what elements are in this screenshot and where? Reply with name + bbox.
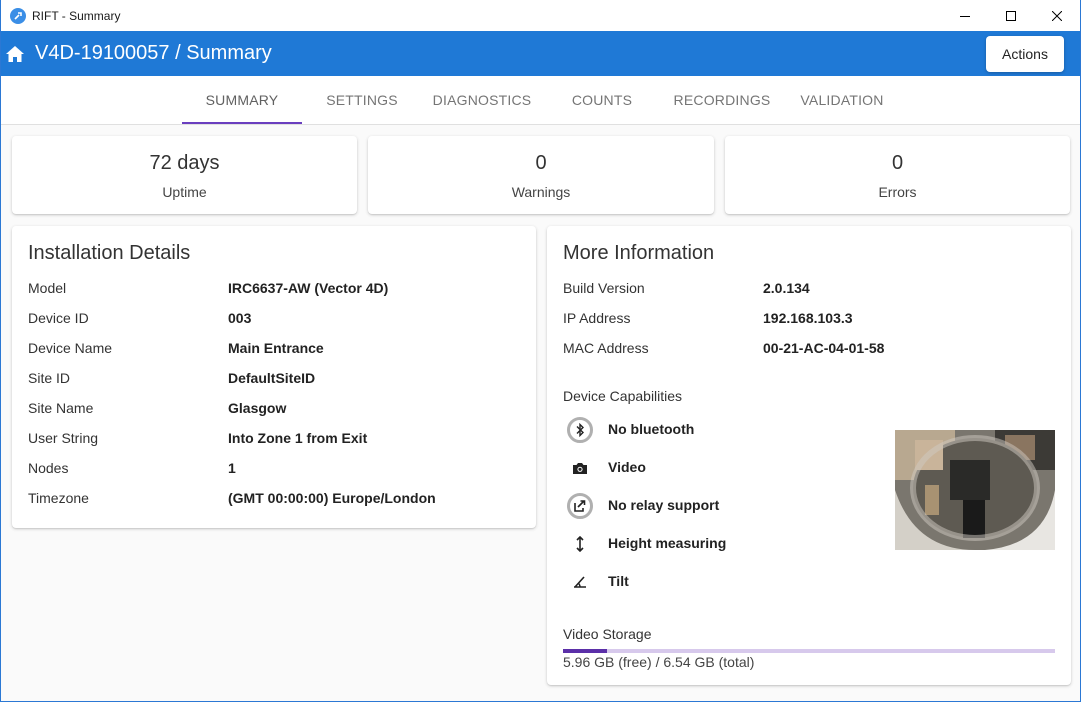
maximize-icon	[1006, 10, 1016, 21]
capability-label: Tilt	[608, 573, 629, 589]
detail-value: 1	[228, 460, 236, 476]
installation-details-title: Installation Details	[28, 242, 191, 264]
video-storage-progress-fill	[563, 649, 608, 653]
uptime-value: 72 days	[149, 152, 220, 174]
window-title: RIFT - Summary	[32, 8, 121, 23]
window-controls	[942, 0, 1080, 31]
app-bar: V4D-19100057 / Summary Actions	[1, 31, 1080, 76]
tab-bar: SUMMARY SETTINGS DIAGNOSTICS COUNTS RECO…	[1, 76, 1080, 125]
tab-validation[interactable]: VALIDATION	[782, 76, 902, 124]
info-key: MAC Address	[563, 340, 649, 356]
app-logo-icon	[10, 7, 26, 24]
title-bar: RIFT - Summary	[1, 0, 1080, 31]
more-information-card: More Information Build Version 2.0.134 I…	[547, 226, 1071, 685]
installation-details-card: Installation Details Model IRC6637-AW (V…	[12, 226, 536, 528]
app-window: RIFT - Summary V4D-19100057 / Summary Ac…	[0, 0, 1081, 702]
capability-bluetooth: No bluetooth	[563, 415, 883, 445]
detail-key: Device Name	[28, 340, 113, 356]
detail-value: DefaultSiteID	[228, 370, 316, 386]
info-value: 00-21-AC-04-01-58	[763, 340, 885, 356]
detail-key: Nodes	[28, 460, 69, 476]
tilt-icon	[567, 569, 593, 595]
detail-key: User String	[28, 430, 99, 446]
video-storage-text: 5.96 GB (free) / 6.54 GB (total)	[563, 654, 755, 670]
detail-key: Site ID	[28, 370, 71, 386]
errors-value: 0	[891, 152, 904, 174]
capability-label: No relay support	[608, 497, 720, 513]
detail-value: 003	[228, 310, 252, 326]
warnings-card: 0 Warnings	[368, 136, 714, 214]
info-key: IP Address	[563, 310, 631, 326]
detail-key: Device ID	[28, 310, 89, 326]
minimize-icon	[960, 15, 970, 17]
detail-key: Timezone	[28, 490, 89, 506]
home-icon[interactable]	[5, 44, 25, 64]
detail-value: Main Entrance	[228, 340, 324, 356]
camera-icon	[567, 455, 593, 481]
close-window-button[interactable]	[1034, 0, 1080, 31]
capability-height: Height measuring	[563, 529, 883, 559]
device-capabilities-label: Device Capabilities	[563, 388, 683, 404]
capability-video: Video	[563, 453, 883, 483]
maximize-button[interactable]	[988, 0, 1034, 31]
height-icon	[567, 531, 593, 557]
warnings-value: 0	[535, 152, 547, 174]
errors-label: Errors	[878, 184, 917, 200]
errors-card: 0 Errors	[725, 136, 1070, 214]
capability-tilt: Tilt	[563, 567, 883, 597]
capability-label: Height measuring	[608, 535, 727, 551]
minimize-button[interactable]	[942, 0, 988, 31]
tab-settings[interactable]: SETTINGS	[302, 76, 422, 124]
capability-label: Video	[608, 459, 646, 475]
capability-relay: No relay support	[563, 491, 883, 521]
tab-summary[interactable]: SUMMARY	[182, 76, 302, 124]
uptime-label: Uptime	[162, 184, 207, 200]
tab-diagnostics[interactable]: DIAGNOSTICS	[422, 76, 542, 124]
close-icon	[1052, 10, 1062, 21]
actions-button[interactable]: Actions	[986, 36, 1064, 72]
info-key: Build Version	[563, 280, 645, 296]
info-value: 2.0.134	[763, 280, 810, 296]
tab-recordings[interactable]: RECORDINGS	[662, 76, 782, 124]
info-value: 192.168.103.3	[763, 310, 853, 326]
bluetooth-icon	[567, 417, 593, 443]
detail-key: Site Name	[28, 400, 94, 416]
relay-icon	[567, 493, 593, 519]
tab-counts[interactable]: COUNTS	[542, 76, 662, 124]
detail-value: Glasgow	[228, 400, 287, 416]
video-storage-progress-bar	[563, 649, 1055, 653]
uptime-card: 72 days Uptime	[12, 136, 357, 214]
detail-value: (GMT 00:00:00) Europe/London	[228, 490, 436, 506]
capability-label: No bluetooth	[608, 421, 695, 437]
video-storage-label: Video Storage	[563, 626, 652, 642]
camera-preview-image	[895, 430, 1055, 550]
warnings-label: Warnings	[511, 184, 571, 200]
detail-value: IRC6637-AW (Vector 4D)	[228, 280, 389, 296]
detail-key: Model	[28, 280, 67, 296]
more-information-title: More Information	[563, 242, 715, 264]
page-title: V4D-19100057 / Summary	[35, 42, 272, 64]
detail-value: Into Zone 1 from Exit	[228, 430, 368, 446]
